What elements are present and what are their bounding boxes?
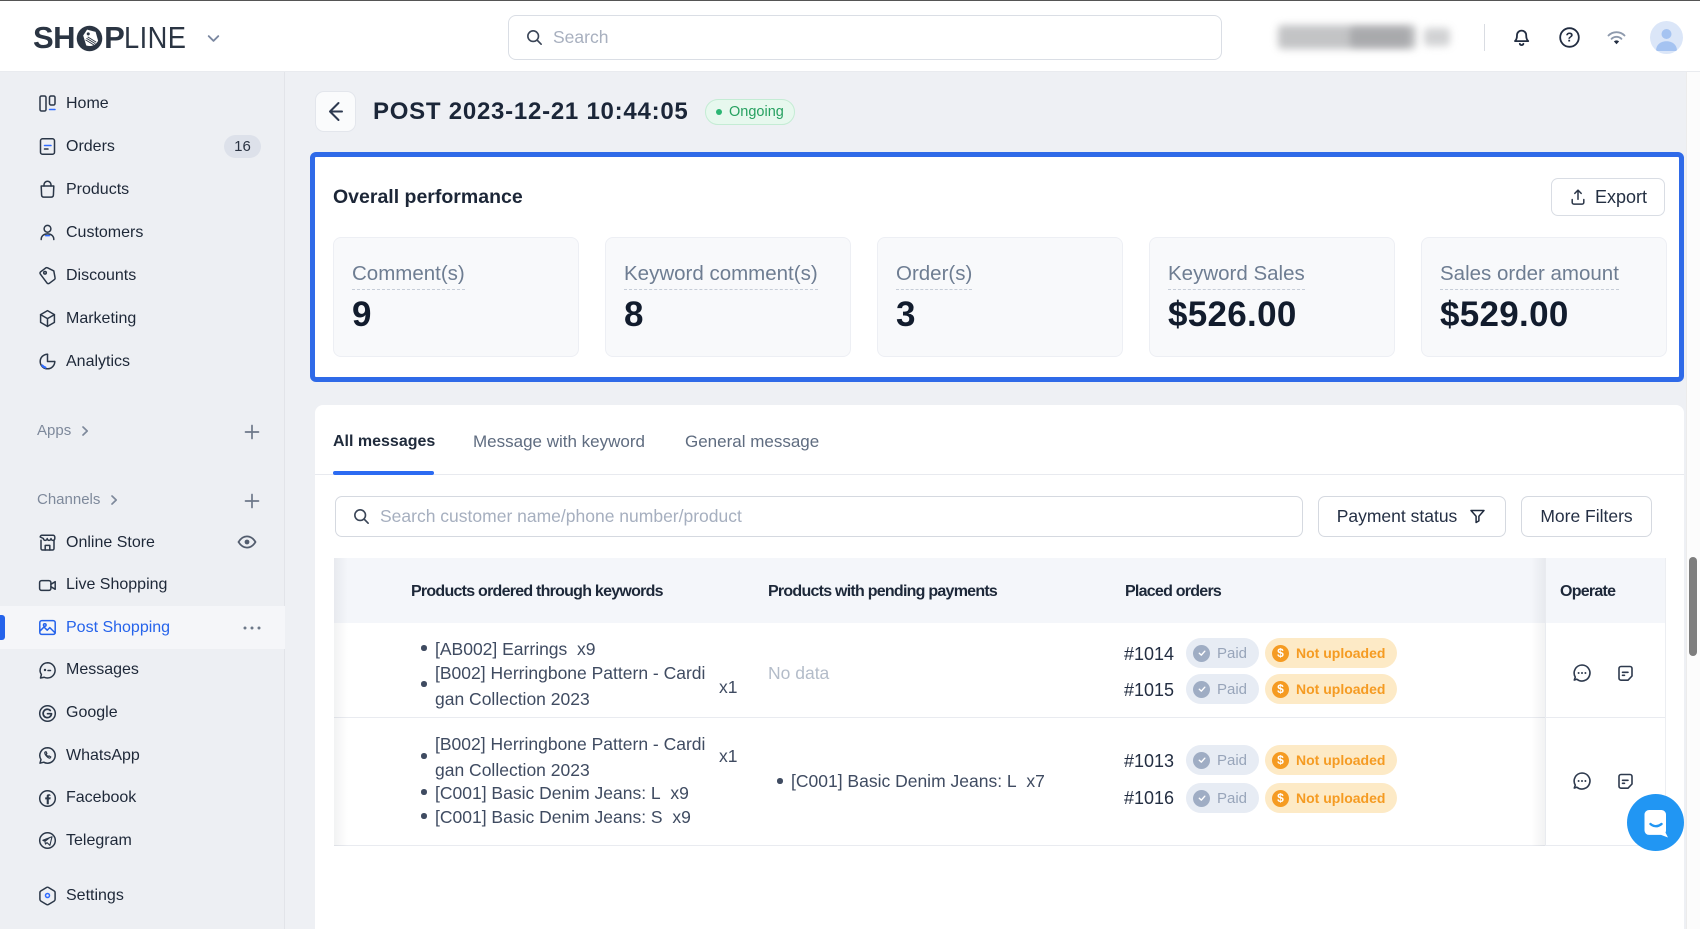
svg-text:?: ? (1566, 30, 1574, 45)
